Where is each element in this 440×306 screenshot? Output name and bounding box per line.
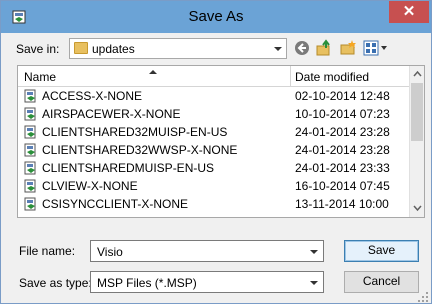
installer-file-icon [24,161,36,175]
cancel-button[interactable]: Cancel [344,271,419,293]
column-header-name[interactable]: Name [24,70,56,84]
folder-icon [74,42,88,54]
file-name-label-text: File name: [19,244,76,258]
window-title: Save As [188,8,244,25]
installer-file-icon [24,107,36,121]
close-button[interactable]: ✕ [389,1,429,23]
save-as-type-label-text: Save as type: [19,276,92,290]
vertical-scrollbar[interactable] [409,66,425,217]
title-bar[interactable]: Save As ✕ [1,1,431,33]
file-date: 02-10-2014 12:48 [295,89,390,103]
save-as-type-value: MSP Files (*.MSP) [97,276,197,290]
file-date: 13-11-2014 10:00 [295,197,389,211]
save-as-type-label: Save as type: [19,276,92,290]
file-row[interactable]: CLIENTSHARED32WWSP-X-NONE 24-01-2014 23:… [18,141,409,159]
file-name: CLVIEW-X-NONE [42,179,138,193]
resize-grip-icon[interactable] [417,291,429,303]
new-folder-icon[interactable] [339,39,357,57]
chevron-down-icon[interactable] [310,250,318,254]
scroll-up-arrow-icon[interactable] [410,66,425,82]
file-rows: ACCESS-X-NONE 02-10-2014 12:48 AIRSPACEW… [18,87,409,213]
file-row[interactable]: AIRSPACEWER-X-NONE 10-10-2014 07:23 [18,105,409,123]
file-date: 10-10-2014 07:23 [295,107,390,121]
back-icon[interactable] [293,39,311,57]
scrollbar-thumb[interactable] [411,83,423,141]
file-date: 24-01-2014 23:28 [295,143,390,157]
column-separator[interactable] [290,66,291,86]
installer-file-icon [24,89,36,103]
file-name-input[interactable]: Visio [90,240,324,262]
file-name: CLIENTSHARED32MUISP-EN-US [42,125,228,139]
installer-file-icon [24,143,36,157]
save-as-type-dropdown[interactable]: MSP Files (*.MSP) [90,271,324,293]
up-folder-icon[interactable] [315,39,333,57]
chevron-down-icon [310,281,318,285]
file-name: CSISYNCCLIENT-X-NONE [42,197,189,211]
save-button[interactable]: Save [344,240,419,262]
save-in-label: Save in: [16,42,59,56]
file-row[interactable]: CSISYNCCLIENT-X-NONE 13-11-2014 10:00 [18,195,409,213]
column-header-date-modified[interactable]: Date modified [295,70,369,84]
file-list-header: Name Date modified [18,66,409,87]
file-date: 24-01-2014 23:28 [295,125,390,139]
save-in-dropdown[interactable]: updates [69,38,287,59]
installer-file-icon [24,197,36,211]
file-date: 16-10-2014 07:45 [295,179,390,193]
sort-ascending-icon [149,70,157,74]
file-date: 24-01-2014 23:33 [295,161,390,175]
file-list[interactable]: Name Date modified ACCESS-X-NONE 02-10-2… [17,65,425,218]
save-in-folder: updates [92,42,135,56]
file-name: CLIENTSHARED32WWSP-X-NONE [42,143,238,157]
file-name-value: Visio [97,245,123,259]
file-name: AIRSPACEWER-X-NONE [42,107,181,121]
file-row[interactable]: CLVIEW-X-NONE 16-10-2014 07:45 [18,177,409,195]
file-row[interactable]: CLIENTSHARED32MUISP-EN-US 24-01-2014 23:… [18,123,409,141]
file-name: ACCESS-X-NONE [42,89,143,103]
installer-file-icon [24,125,36,139]
save-as-dialog: Save As ✕ Save in: updates Name Date mod… [0,0,432,304]
save-in-label-text: Save in: [16,42,60,56]
file-name: CLIENTSHAREDMUISP-EN-US [42,161,215,175]
file-name-label: File name: [19,244,75,258]
installer-file-icon [24,179,36,193]
scroll-down-arrow-icon[interactable] [410,200,425,216]
view-menu-icon[interactable] [362,39,388,57]
file-row[interactable]: CLIENTSHAREDMUISP-EN-US 24-01-2014 23:33 [18,159,409,177]
chevron-down-icon [274,47,282,51]
file-row[interactable]: ACCESS-X-NONE 02-10-2014 12:48 [18,87,409,105]
